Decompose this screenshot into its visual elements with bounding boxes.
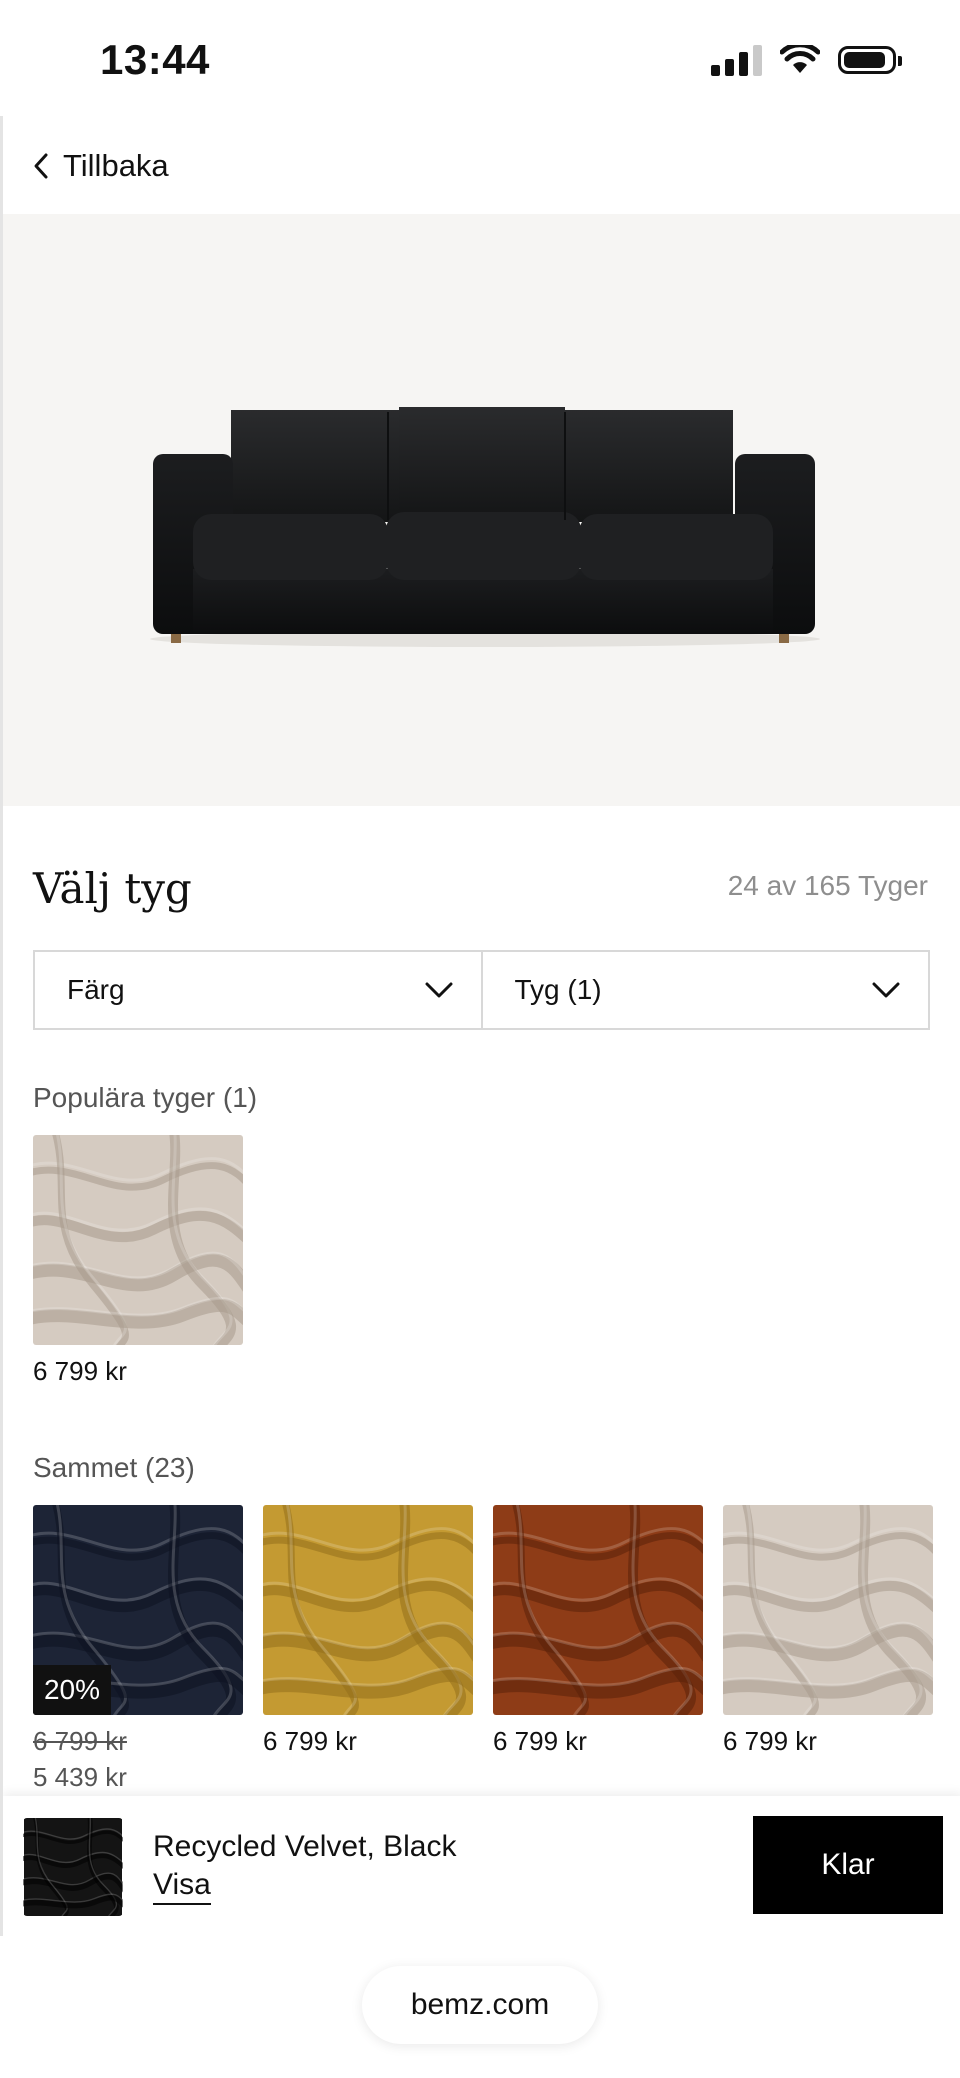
fabric-filter-label: Tyg (1) xyxy=(514,974,602,1005)
cellular-signal-icon xyxy=(711,44,762,76)
discount-badge: 20% xyxy=(33,1665,111,1715)
fabric-price: 6 799 kr xyxy=(263,1726,357,1756)
fabric-price: 6 799 kr xyxy=(33,1356,127,1386)
color-filter-label: Färg xyxy=(67,974,125,1005)
fabric-texture xyxy=(33,1135,243,1345)
fabric-swatch[interactable] xyxy=(263,1505,473,1715)
selected-fabric-name: Recycled Velvet, Black xyxy=(153,1830,457,1863)
status-icons xyxy=(711,44,902,76)
sofa-image xyxy=(150,407,820,647)
fabric-swatch[interactable]: 20% xyxy=(33,1505,243,1715)
fabric-swatch[interactable] xyxy=(493,1505,703,1715)
fabric-texture xyxy=(263,1505,473,1715)
battery-icon xyxy=(838,46,902,74)
back-label: Tillbaka xyxy=(63,148,169,183)
selected-fabric-thumbnail xyxy=(23,1818,123,1916)
wifi-icon xyxy=(780,45,820,73)
url-bar[interactable]: bemz.com xyxy=(362,1966,598,2044)
browser-toolbar: bemz.com xyxy=(0,1936,960,2078)
fabric-price: 6 799 kr xyxy=(493,1726,587,1756)
filter-bar: Färg Tyg (1) xyxy=(33,950,930,1030)
fabric-picker-screen: Tillbaka Välj tyg 24 av 165 Tyger Färg T… xyxy=(0,116,960,1936)
fabric-texture xyxy=(723,1505,933,1715)
chevron-left-icon xyxy=(34,153,48,179)
fabric-swatch[interactable] xyxy=(33,1135,243,1345)
back-button[interactable]: Tillbaka xyxy=(33,148,169,184)
status-time: 13:44 xyxy=(100,36,210,83)
fabric-original-price: 6 799 kr xyxy=(33,1726,127,1756)
fabric-swatch[interactable] xyxy=(723,1505,933,1715)
popular-fabrics-title: Populära tyger (1) xyxy=(33,1082,258,1113)
fabric-count: 24 av 165 Tyger xyxy=(727,870,928,901)
show-fabric-link[interactable]: Visa xyxy=(153,1868,211,1905)
fabric-sale-price: 5 439 kr xyxy=(33,1762,127,1792)
fabric-texture xyxy=(23,1818,123,1916)
status-bar: 13:44 xyxy=(0,0,960,116)
fabric-texture xyxy=(493,1505,703,1715)
chevron-down-icon xyxy=(425,982,452,998)
fabric-filter-dropdown[interactable]: Tyg (1) xyxy=(480,952,929,1028)
product-image xyxy=(3,214,960,806)
battery-level xyxy=(844,52,886,68)
fabric-section-title: Välj tyg xyxy=(33,864,192,913)
done-button[interactable]: Klar xyxy=(753,1816,943,1914)
velvet-fabrics-title: Sammet (23) xyxy=(33,1452,195,1483)
selection-bar: Recycled Velvet, Black Visa Klar xyxy=(3,1796,960,1936)
color-filter-dropdown[interactable]: Färg xyxy=(35,952,481,1028)
chevron-down-icon xyxy=(872,982,900,998)
fabric-price: 6 799 kr xyxy=(723,1726,817,1756)
